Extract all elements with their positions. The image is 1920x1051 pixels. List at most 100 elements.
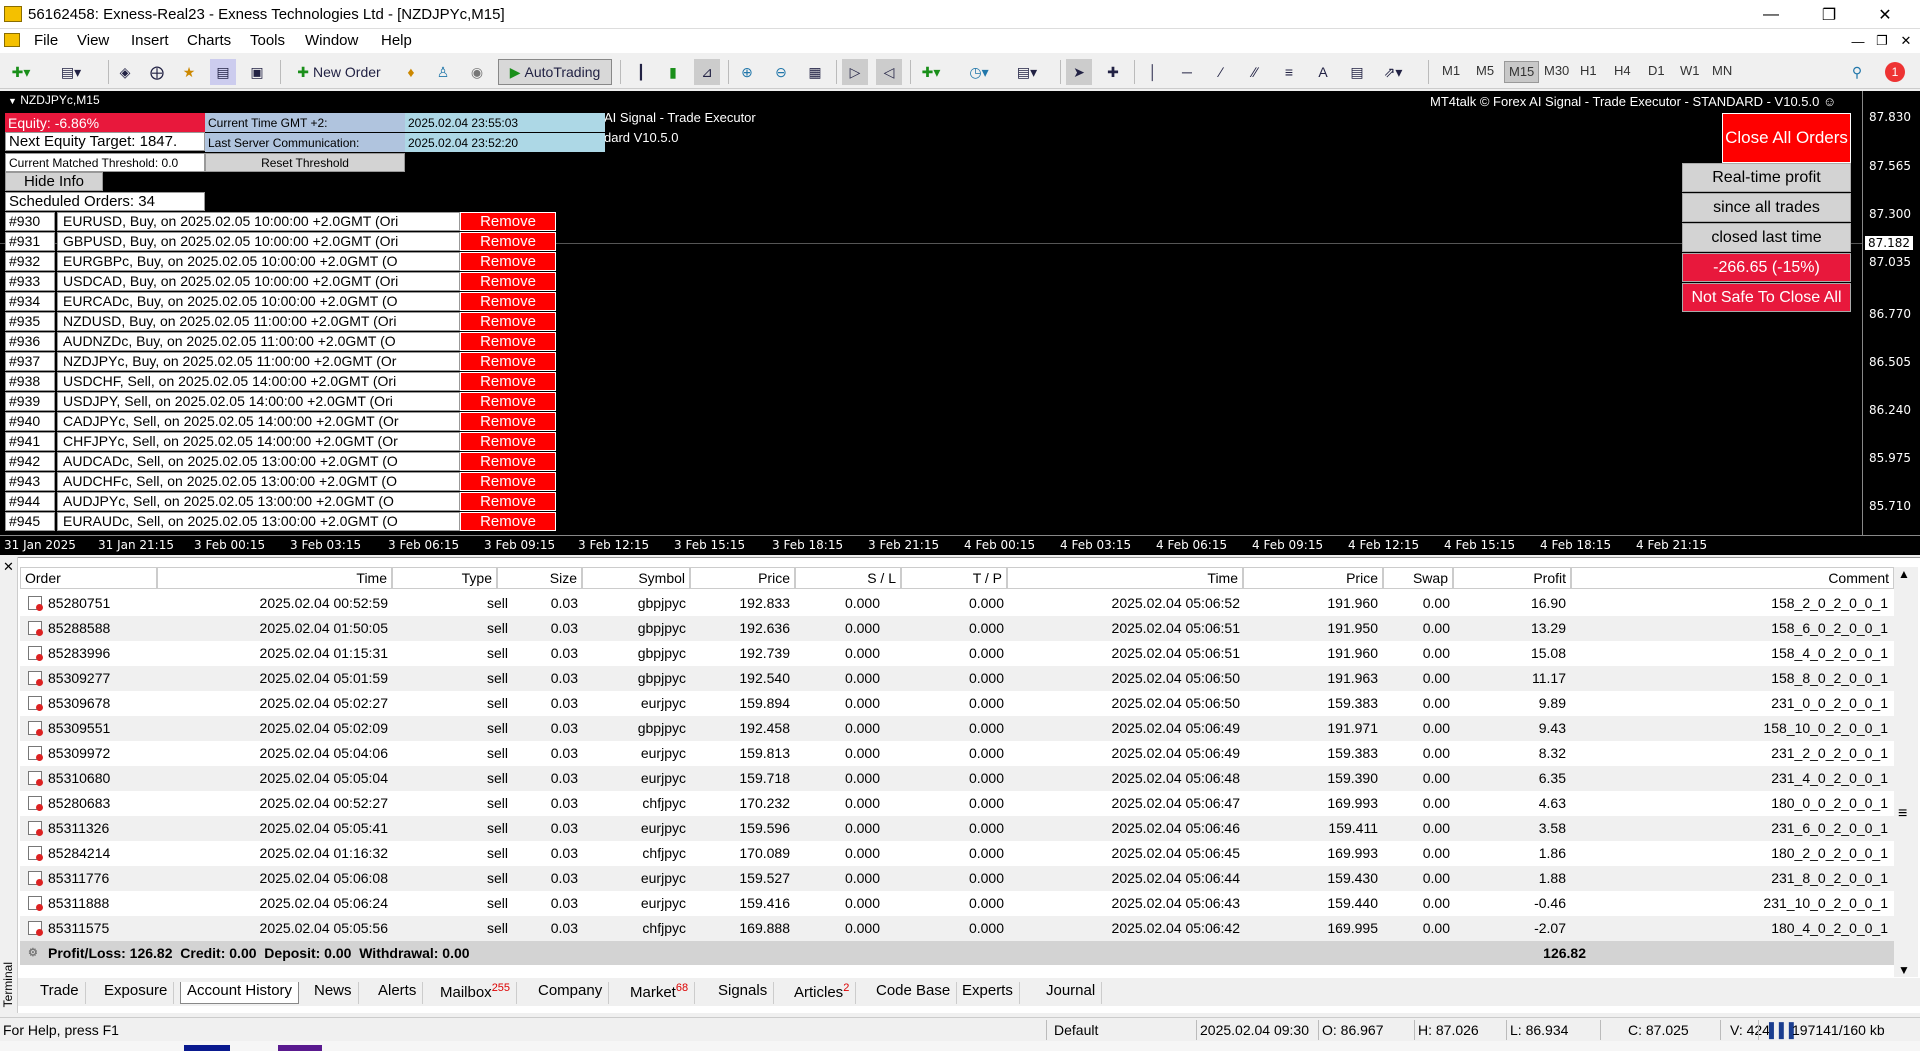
autotrading-button[interactable]: ▶ AutoTrading [498, 59, 612, 85]
table-row[interactable]: 85309277 2025.02.04 05:01:59 sell 0.03 gbpjp… [20, 666, 1894, 691]
tab-market[interactable]: Market68 [624, 982, 696, 1004]
scroll-up-icon[interactable]: ▲ [1898, 567, 1910, 581]
remove-order-button[interactable]: Remove [460, 432, 556, 451]
tab-journal[interactable]: Journal [1040, 982, 1103, 1004]
menu-charts[interactable]: Charts [187, 32, 231, 49]
trendline-icon[interactable]: ∕ [1208, 59, 1234, 85]
remove-order-button[interactable]: Remove [460, 392, 556, 411]
menu-tools[interactable]: Tools [250, 32, 285, 49]
data-window-icon[interactable]: ⨁ [144, 59, 170, 85]
table-row[interactable]: 85311776 2025.02.04 05:06:08 sell 0.03 eurjp… [20, 866, 1894, 891]
remove-order-button[interactable]: Remove [460, 452, 556, 471]
scroll-down-icon[interactable]: ▼ [1898, 963, 1910, 977]
remove-order-button[interactable]: Remove [460, 272, 556, 291]
remove-order-button[interactable]: Remove [460, 292, 556, 311]
table-row[interactable]: 85309678 2025.02.04 05:02:27 sell 0.03 eurjp… [20, 691, 1894, 716]
tf-m1-button[interactable]: M1 [1438, 61, 1464, 83]
tf-m5-button[interactable]: M5 [1472, 61, 1498, 83]
tab-company[interactable]: Company [532, 982, 610, 1004]
column-header[interactable]: T / P [901, 567, 1007, 589]
tf-m15-button[interactable]: M15 [1504, 61, 1540, 83]
tf-m30-button[interactable]: M30 [1540, 61, 1573, 83]
horizontal-line-icon[interactable]: ─ [1174, 59, 1200, 85]
tf-h1-button[interactable]: H1 [1576, 61, 1601, 83]
new-chart-icon[interactable]: ✚▾ [8, 59, 34, 85]
table-row[interactable]: 85280683 2025.02.04 00:52:27 sell 0.03 chfjp… [20, 791, 1894, 816]
remove-order-button[interactable]: Remove [460, 472, 556, 491]
text-icon[interactable]: A [1310, 59, 1336, 85]
table-row[interactable]: 85284214 2025.02.04 01:16:32 sell 0.03 chfjp… [20, 841, 1894, 866]
column-header[interactable]: Time [1007, 567, 1243, 589]
zoom-out-icon[interactable]: ⊖ [768, 59, 794, 85]
metaeditor-icon[interactable]: ♦ [398, 59, 424, 85]
signals-icon[interactable]: ♙ [430, 59, 456, 85]
menu-window[interactable]: Window [305, 32, 358, 49]
tab-trade[interactable]: Trade [34, 982, 86, 1004]
remove-order-button[interactable]: Remove [460, 232, 556, 251]
tf-h4-button[interactable]: H4 [1610, 61, 1635, 83]
remove-order-button[interactable]: Remove [460, 312, 556, 331]
menu-view[interactable]: View [77, 32, 109, 49]
remove-order-button[interactable]: Remove [460, 352, 556, 371]
mdi-restore-button[interactable]: ❐ [1872, 31, 1892, 51]
tf-mn-button[interactable]: MN [1708, 61, 1736, 83]
text-label-icon[interactable]: ▤ [1344, 59, 1370, 85]
arrows-icon[interactable]: ⇗▾ [1380, 59, 1406, 85]
templates-icon[interactable]: ▤▾ [1014, 59, 1040, 85]
terminal-close-icon[interactable]: ✕ [3, 559, 14, 575]
crosshair-icon[interactable]: ✚ [1100, 59, 1126, 85]
table-row[interactable]: 85310680 2025.02.04 05:05:04 sell 0.03 eurjp… [20, 766, 1894, 791]
column-header[interactable]: Price [1243, 567, 1383, 589]
hide-info-button[interactable]: Hide Info [5, 172, 103, 191]
tab-experts[interactable]: Experts [956, 982, 1020, 1004]
indicators-icon[interactable]: ✚▾ [918, 59, 944, 85]
tab-account-history[interactable]: Account History [180, 982, 300, 1004]
vps-icon[interactable]: ◉ [464, 59, 490, 85]
column-header[interactable]: Time [157, 567, 392, 589]
column-header[interactable]: Order [20, 567, 157, 589]
line-chart-icon[interactable]: ⊿ [694, 59, 720, 85]
table-row[interactable]: 85280751 2025.02.04 00:52:59 sell 0.03 gbpjp… [20, 591, 1894, 616]
market-watch-icon[interactable]: ◈ [112, 59, 138, 85]
remove-order-button[interactable]: Remove [460, 332, 556, 351]
tab-mailbox[interactable]: Mailbox255 [434, 982, 518, 1004]
menu-file[interactable]: File [34, 32, 58, 49]
reset-threshold-button[interactable]: Reset Threshold [205, 153, 405, 172]
column-header[interactable]: S / L [795, 567, 901, 589]
new-order-button[interactable]: ✚ New Order [288, 59, 390, 85]
column-header[interactable]: Price [690, 567, 795, 589]
mdi-close-button[interactable]: ✕ [1896, 31, 1916, 51]
remove-order-button[interactable]: Remove [460, 512, 556, 531]
close-button[interactable]: ✕ [1862, 0, 1908, 29]
vertical-line-icon[interactable]: │ [1140, 59, 1166, 85]
tab-articles[interactable]: Articles2 [788, 982, 857, 1004]
scroll-grip-icon[interactable]: ≡ [1898, 805, 1907, 823]
remove-order-button[interactable]: Remove [460, 212, 556, 231]
chart-shift-icon[interactable]: ◁ [876, 59, 902, 85]
table-row[interactable]: 85283996 2025.02.04 01:15:31 sell 0.03 gbpjp… [20, 641, 1894, 666]
tab-news[interactable]: News [308, 982, 359, 1004]
remove-order-button[interactable]: Remove [460, 252, 556, 271]
table-row[interactable]: 85309551 2025.02.04 05:02:09 sell 0.03 gbpjp… [20, 716, 1894, 741]
column-header[interactable]: Comment [1571, 567, 1894, 589]
table-row[interactable]: 85288588 2025.02.04 01:50:05 sell 0.03 gbpjp… [20, 616, 1894, 641]
tab-signals[interactable]: Signals [712, 982, 775, 1004]
tab-code-base[interactable]: Code Base [870, 982, 958, 1004]
tf-d1-button[interactable]: D1 [1644, 61, 1669, 83]
column-header[interactable]: Size [497, 567, 582, 589]
remove-order-button[interactable]: Remove [460, 372, 556, 391]
terminal-icon[interactable]: ▤ [210, 59, 236, 85]
strategy-tester-icon[interactable]: ▣ [244, 59, 270, 85]
notifications-button[interactable]: 1 [1880, 59, 1910, 85]
cursor-icon[interactable]: ➤ [1066, 59, 1092, 85]
table-row[interactable]: 85311888 2025.02.04 05:06:24 sell 0.03 eurjp… [20, 891, 1894, 916]
periods-icon[interactable]: ◷▾ [966, 59, 992, 85]
tf-w1-button[interactable]: W1 [1676, 61, 1704, 83]
channel-icon[interactable]: ∕∕ [1242, 59, 1268, 85]
search-icon[interactable]: ⚲ [1844, 59, 1870, 85]
menu-help[interactable]: Help [381, 32, 412, 49]
bar-chart-icon[interactable]: ┃ [628, 59, 654, 85]
zoom-in-icon[interactable]: ⊕ [734, 59, 760, 85]
column-header[interactable]: Type [392, 567, 497, 589]
profiles-icon[interactable]: ▤▾ [58, 59, 84, 85]
